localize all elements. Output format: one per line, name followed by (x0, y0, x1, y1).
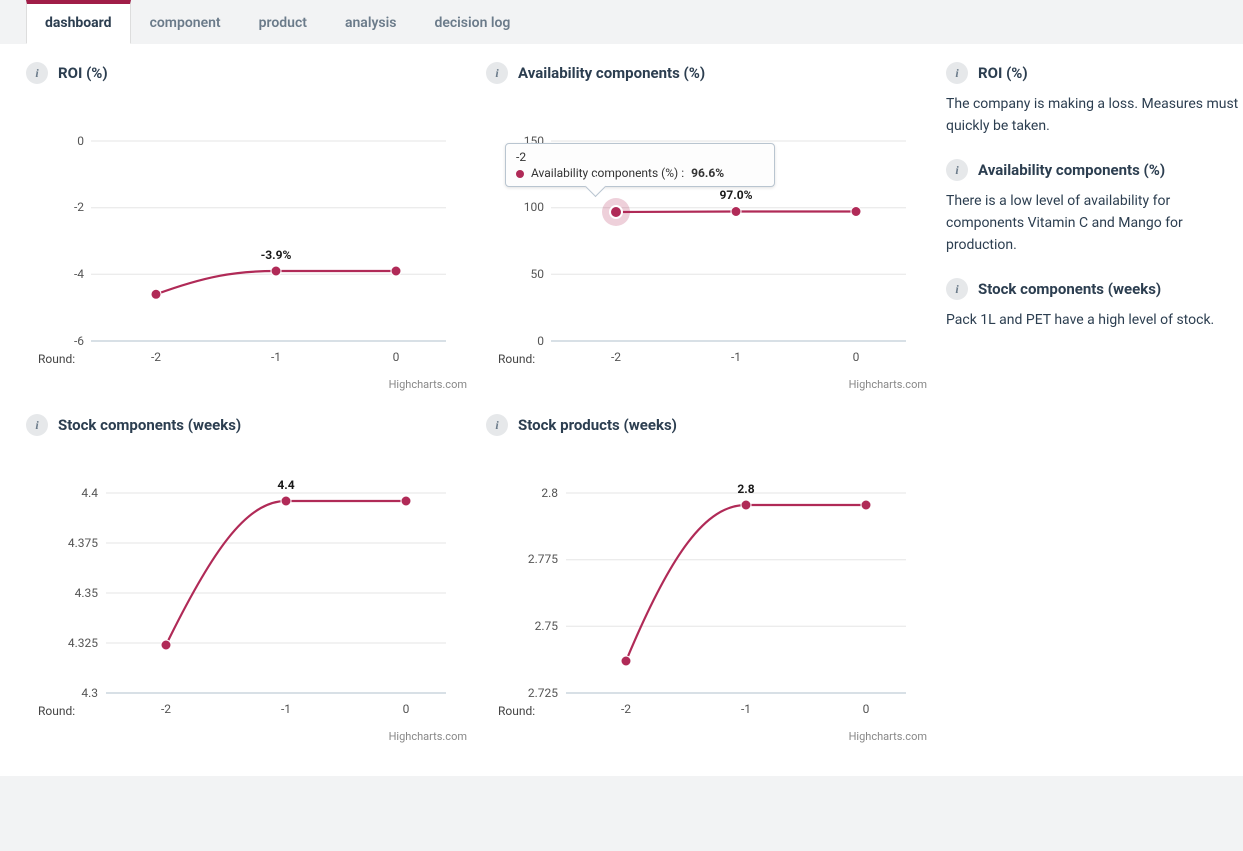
chart-title-stock-components: Stock components (weeks) (58, 416, 241, 434)
tabs-bar: dashboard component product analysis dec… (0, 0, 1243, 44)
chart-credit[interactable]: Highcharts.com (849, 378, 927, 391)
data-point[interactable] (281, 496, 291, 506)
xtick: -2 (161, 702, 171, 716)
ytick: 0 (537, 334, 544, 348)
data-point-hovered[interactable] (610, 206, 622, 218)
info-icon[interactable]: i (26, 414, 48, 436)
xtick: 0 (863, 702, 870, 716)
xtick: -2 (611, 350, 621, 364)
xtick: -1 (731, 350, 741, 364)
side-title-roi: ROI (%) (978, 64, 1028, 82)
ytick: 4.375 (68, 536, 98, 550)
info-icon[interactable]: i (946, 278, 968, 300)
info-icon[interactable]: i (486, 62, 508, 84)
tooltip-dot-icon (516, 170, 524, 178)
x-axis-title: Round: (38, 704, 75, 718)
chart-credit[interactable]: Highcharts.com (389, 730, 467, 743)
xtick: -1 (281, 702, 291, 716)
tab-decision-log[interactable]: decision log (415, 0, 529, 44)
ytick: 4.3 (81, 686, 98, 700)
card-stock-components: i Stock components (weeks) 4.4 4.375 4.3… (26, 414, 476, 746)
ytick: 4.4 (81, 486, 98, 500)
tab-analysis[interactable]: analysis (326, 0, 415, 44)
data-point[interactable] (271, 266, 281, 276)
tooltip-value: 96.6% (691, 166, 724, 180)
chart-stock-products[interactable]: 2.8 2.775 2.75 2.725 -2 -1 0 Round: 2.8 … (486, 446, 936, 746)
xtick: -1 (271, 350, 281, 364)
ytick: 50 (531, 267, 545, 281)
tooltip: -2 Availability components (%) : 96.6% (505, 143, 775, 187)
data-label: -3.9% (261, 248, 292, 262)
ytick: 2.8 (541, 486, 558, 500)
series-line (166, 501, 406, 645)
sidebar-notes: i ROI (%) The company is making a loss. … (946, 62, 1243, 354)
card-stock-products: i Stock products (weeks) 2.8 2.775 2.75 … (486, 414, 936, 746)
x-axis-title: Round: (38, 352, 75, 366)
data-point[interactable] (161, 640, 171, 650)
data-label: 97.0% (719, 188, 752, 202)
info-icon[interactable]: i (26, 62, 48, 84)
data-point[interactable] (851, 207, 861, 217)
data-point[interactable] (731, 207, 741, 217)
data-label: 2.8 (737, 482, 754, 496)
data-point[interactable] (861, 500, 871, 510)
ytick: 0 (77, 134, 84, 148)
side-text-availability: There is a low level of availability for… (946, 191, 1243, 256)
ytick: -2 (74, 200, 84, 214)
x-axis-title: Round: (498, 704, 535, 718)
series-line (626, 505, 866, 661)
chart-title-stock-products: Stock products (weeks) (518, 416, 677, 434)
ytick: 2.725 (528, 686, 558, 700)
ytick: 4.325 (68, 636, 98, 650)
tooltip-header: -2 (516, 150, 764, 164)
tab-dashboard[interactable]: dashboard (26, 0, 131, 44)
ytick: 2.775 (528, 552, 558, 566)
xtick: 0 (403, 702, 410, 716)
ytick: 100 (524, 200, 544, 214)
chart-stock-components[interactable]: 4.4 4.375 4.35 4.325 4.3 -2 -1 0 Round: … (26, 446, 476, 746)
xtick: 0 (393, 350, 400, 364)
side-text-stock: Pack 1L and PET have a high level of sto… (946, 310, 1243, 332)
info-icon[interactable]: i (946, 159, 968, 181)
tab-component[interactable]: component (131, 0, 240, 44)
card-roi: i ROI (%) 0 -2 -4 -6 -2 (26, 62, 476, 394)
data-point[interactable] (621, 656, 631, 666)
ytick: 2.75 (535, 619, 559, 633)
x-axis-title: Round: (498, 352, 535, 366)
chart-credit[interactable]: Highcharts.com (389, 378, 467, 391)
ytick: -6 (74, 334, 84, 348)
tab-product[interactable]: product (240, 0, 326, 44)
chart-availability[interactable]: 150 100 50 0 -2 -1 0 Round: 97.0% -2 (486, 94, 936, 394)
info-icon[interactable]: i (946, 62, 968, 84)
chart-title-roi: ROI (%) (58, 64, 108, 82)
card-availability: i Availability components (%) 150 100 50… (486, 62, 936, 394)
data-point[interactable] (741, 500, 751, 510)
data-point[interactable] (151, 289, 161, 299)
data-point[interactable] (391, 266, 401, 276)
side-title-availability: Availability components (%) (978, 161, 1165, 179)
data-point[interactable] (401, 496, 411, 506)
data-label: 4.4 (277, 478, 294, 492)
tooltip-series-name: Availability components (%) : (531, 166, 684, 180)
ytick: -4 (74, 267, 84, 281)
xtick: -2 (621, 702, 631, 716)
xtick: -1 (741, 702, 751, 716)
side-title-stock: Stock components (weeks) (978, 280, 1161, 298)
side-text-roi: The company is making a loss. Measures m… (946, 94, 1243, 137)
xtick: -2 (151, 350, 161, 364)
xtick: 0 (853, 350, 860, 364)
chart-roi[interactable]: 0 -2 -4 -6 -2 -1 0 Round: -3.9% Highchar… (26, 94, 476, 394)
chart-credit[interactable]: Highcharts.com (849, 730, 927, 743)
ytick: 4.35 (75, 586, 99, 600)
info-icon[interactable]: i (486, 414, 508, 436)
chart-title-availability: Availability components (%) (518, 64, 705, 82)
